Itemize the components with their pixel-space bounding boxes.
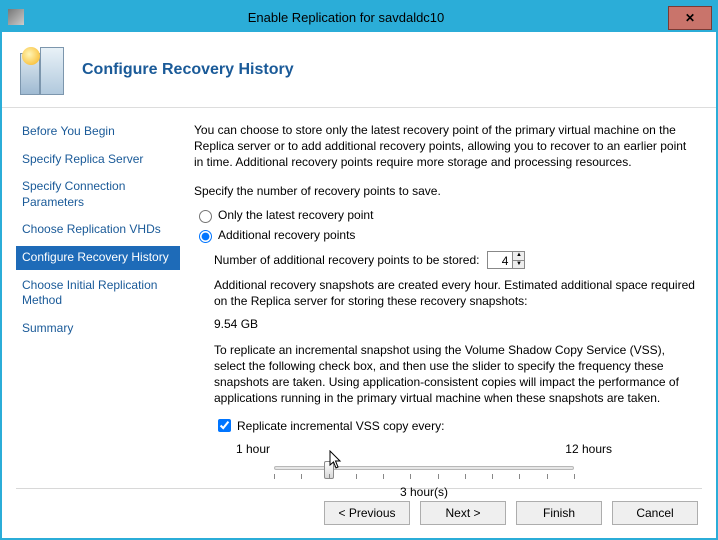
radio-additional-points-label: Additional recovery points	[218, 227, 355, 243]
recovery-points-label: Number of additional recovery points to …	[214, 252, 479, 268]
sidebar-item-summary[interactable]: Summary	[16, 317, 180, 341]
finish-button[interactable]: Finish	[516, 501, 602, 525]
slider-max-label: 12 hours	[565, 441, 612, 457]
stepper-down-icon[interactable]: ▼	[513, 261, 524, 269]
storage-estimate-text: Additional recovery snapshots are create…	[214, 277, 696, 309]
radio-additional-points-input[interactable]	[199, 230, 212, 243]
sidebar-item-before-you-begin[interactable]: Before You Begin	[16, 120, 180, 144]
slider-value-label: 3 hour(s)	[234, 484, 614, 500]
recovery-points-row: Number of additional recovery points to …	[214, 251, 696, 269]
next-button[interactable]: Next >	[420, 501, 506, 525]
cancel-button-label: Cancel	[636, 506, 673, 520]
close-button[interactable]: ✕	[668, 6, 712, 30]
radio-only-latest-label: Only the latest recovery point	[218, 207, 373, 223]
sidebar: Before You Begin Specify Replica Server …	[2, 108, 184, 488]
stepper-up-icon[interactable]: ▲	[513, 252, 524, 261]
slider-track[interactable]	[274, 460, 574, 480]
slider-min-label: 1 hour	[236, 441, 270, 457]
radio-additional-points[interactable]: Additional recovery points	[194, 227, 696, 243]
slider-bar	[274, 466, 574, 470]
page-title: Configure Recovery History	[82, 61, 294, 79]
vss-checkbox-row[interactable]: Replicate incremental VSS copy every:	[214, 416, 696, 435]
recovery-points-value[interactable]: 4	[488, 252, 512, 268]
sidebar-item-label: Choose Initial Replication Method	[22, 278, 157, 308]
close-icon: ✕	[685, 11, 695, 25]
finish-button-label: Finish	[543, 506, 575, 520]
radio-only-latest-input[interactable]	[199, 210, 212, 223]
vss-checkbox-label: Replicate incremental VSS copy every:	[237, 418, 444, 434]
vss-checkbox[interactable]	[218, 419, 231, 432]
radio-only-latest[interactable]: Only the latest recovery point	[194, 207, 696, 223]
body: Before You Begin Specify Replica Server …	[2, 108, 716, 488]
sidebar-item-specify-replica-server[interactable]: Specify Replica Server	[16, 148, 180, 172]
sidebar-item-label: Choose Replication VHDs	[22, 222, 161, 236]
previous-button-label: < Previous	[338, 506, 395, 520]
sidebar-item-label: Before You Begin	[22, 124, 115, 138]
prompt-text: Specify the number of recovery points to…	[194, 183, 696, 199]
sidebar-item-label: Specify Connection Parameters	[22, 179, 125, 209]
previous-button[interactable]: < Previous	[324, 501, 410, 525]
intro-text: You can choose to store only the latest …	[194, 122, 696, 171]
sidebar-item-label: Configure Recovery History	[22, 250, 169, 264]
header: Configure Recovery History	[2, 32, 716, 108]
storage-size-text: 9.54 GB	[214, 316, 696, 332]
window-icon	[8, 9, 24, 25]
sidebar-item-label: Summary	[22, 321, 73, 335]
wizard-icon	[16, 45, 66, 95]
main-content: You can choose to store only the latest …	[184, 108, 716, 488]
sidebar-item-configure-recovery-history[interactable]: Configure Recovery History	[16, 246, 180, 270]
window-title: Enable Replication for savdaldc10	[24, 10, 668, 25]
sidebar-item-specify-connection-parameters[interactable]: Specify Connection Parameters	[16, 175, 180, 214]
next-button-label: Next >	[445, 506, 480, 520]
sidebar-item-choose-initial-replication-method[interactable]: Choose Initial Replication Method	[16, 274, 180, 313]
recovery-points-stepper[interactable]: 4 ▲ ▼	[487, 251, 525, 269]
vss-description: To replicate an incremental snapshot usi…	[214, 342, 696, 407]
cancel-button[interactable]: Cancel	[612, 501, 698, 525]
sidebar-item-choose-replication-vhds[interactable]: Choose Replication VHDs	[16, 218, 180, 242]
sidebar-item-label: Specify Replica Server	[22, 152, 143, 166]
titlebar: Enable Replication for savdaldc10 ✕	[2, 2, 716, 32]
vss-slider: 1 hour 12 hours 3 hour(s)	[234, 441, 614, 499]
